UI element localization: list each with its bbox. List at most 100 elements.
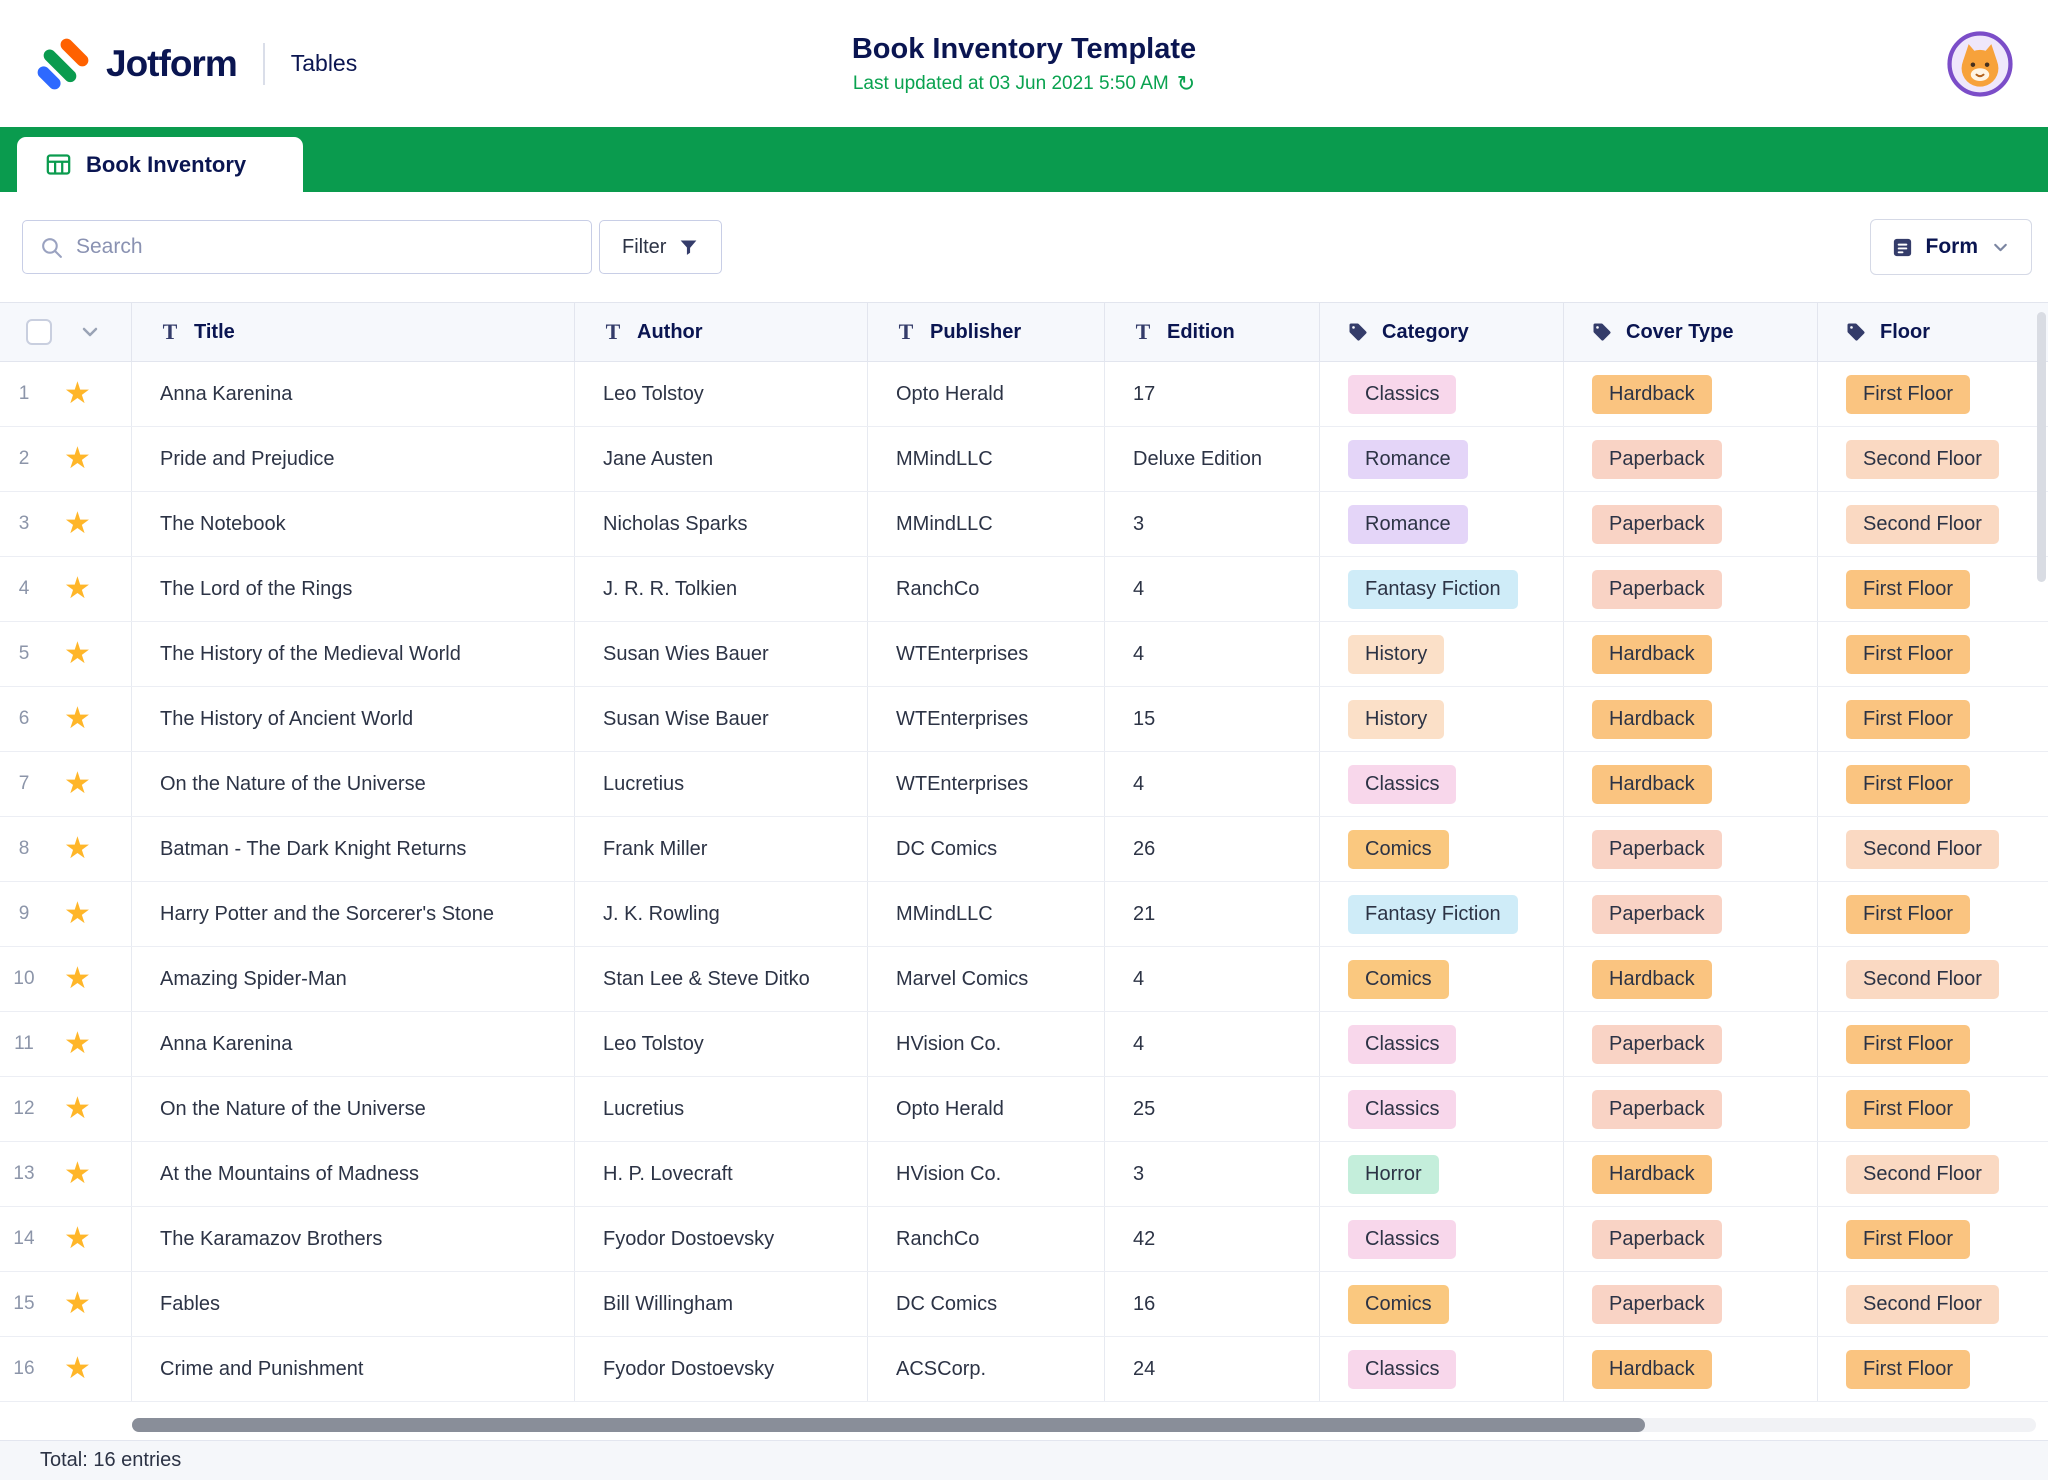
cell-edition[interactable]: 16: [1105, 1272, 1320, 1336]
cell-category[interactable]: Classics: [1320, 1012, 1564, 1076]
cell-title[interactable]: Anna Karenina: [132, 362, 575, 426]
header-menu-chevron[interactable]: [78, 320, 102, 344]
cell-title[interactable]: The Notebook: [132, 492, 575, 556]
cell-category[interactable]: Comics: [1320, 1272, 1564, 1336]
cell-publisher[interactable]: DC Comics: [868, 817, 1105, 881]
cell-floor[interactable]: First Floor: [1818, 1337, 2048, 1401]
cell-title[interactable]: At the Mountains of Madness: [132, 1142, 575, 1206]
cell-category[interactable]: Classics: [1320, 1207, 1564, 1271]
cell-cover[interactable]: Paperback: [1564, 1272, 1818, 1336]
cell-cover[interactable]: Hardback: [1564, 362, 1818, 426]
cell-category[interactable]: Comics: [1320, 817, 1564, 881]
cell-floor[interactable]: Second Floor: [1818, 427, 2048, 491]
cell-category[interactable]: Classics: [1320, 1077, 1564, 1141]
horizontal-scrollbar-thumb[interactable]: [132, 1418, 1645, 1432]
favorite-star-icon[interactable]: ★: [64, 639, 91, 669]
cell-category[interactable]: History: [1320, 687, 1564, 751]
cell-floor[interactable]: Second Floor: [1818, 947, 2048, 1011]
favorite-star-icon[interactable]: ★: [64, 834, 91, 864]
cell-publisher[interactable]: WTEnterprises: [868, 752, 1105, 816]
favorite-star-icon[interactable]: ★: [64, 769, 91, 799]
cell-edition[interactable]: 25: [1105, 1077, 1320, 1141]
column-header-publisher[interactable]: TPublisher: [868, 303, 1105, 361]
favorite-star-icon[interactable]: ★: [64, 1159, 91, 1189]
cell-cover[interactable]: Hardback: [1564, 752, 1818, 816]
select-all-checkbox[interactable]: [26, 319, 52, 345]
cell-floor[interactable]: First Floor: [1818, 362, 2048, 426]
vertical-scrollbar-thumb[interactable]: [2037, 312, 2046, 582]
cell-floor[interactable]: First Floor: [1818, 882, 2048, 946]
cell-publisher[interactable]: HVision Co.: [868, 1012, 1105, 1076]
product-section-label[interactable]: Tables: [291, 50, 357, 77]
cell-edition[interactable]: 4: [1105, 622, 1320, 686]
cell-author[interactable]: Jane Austen: [575, 427, 868, 491]
cell-cover[interactable]: Paperback: [1564, 817, 1818, 881]
brand-wordmark[interactable]: Jotform: [106, 43, 237, 85]
cell-edition[interactable]: 4: [1105, 1012, 1320, 1076]
cell-edition[interactable]: 21: [1105, 882, 1320, 946]
favorite-star-icon[interactable]: ★: [64, 379, 91, 409]
cell-publisher[interactable]: DC Comics: [868, 1272, 1105, 1336]
cell-cover[interactable]: Paperback: [1564, 882, 1818, 946]
cell-publisher[interactable]: MMindLLC: [868, 882, 1105, 946]
cell-cover[interactable]: Paperback: [1564, 427, 1818, 491]
cell-cover[interactable]: Paperback: [1564, 1207, 1818, 1271]
cell-cover[interactable]: Hardback: [1564, 947, 1818, 1011]
cell-cover[interactable]: Hardback: [1564, 687, 1818, 751]
cell-title[interactable]: The Lord of the Rings: [132, 557, 575, 621]
cell-publisher[interactable]: RanchCo: [868, 1207, 1105, 1271]
cell-title[interactable]: On the Nature of the Universe: [132, 1077, 575, 1141]
cell-cover[interactable]: Paperback: [1564, 1012, 1818, 1076]
cell-title[interactable]: Amazing Spider-Man: [132, 947, 575, 1011]
cell-publisher[interactable]: Opto Herald: [868, 362, 1105, 426]
cell-author[interactable]: Nicholas Sparks: [575, 492, 868, 556]
cell-author[interactable]: Lucretius: [575, 752, 868, 816]
cell-author[interactable]: Lucretius: [575, 1077, 868, 1141]
cell-category[interactable]: History: [1320, 622, 1564, 686]
cell-title[interactable]: Fables: [132, 1272, 575, 1336]
cell-author[interactable]: Susan Wise Bauer: [575, 687, 868, 751]
refresh-icon[interactable]: ↻: [1177, 73, 1195, 95]
cell-floor[interactable]: First Floor: [1818, 1012, 2048, 1076]
favorite-star-icon[interactable]: ★: [64, 574, 91, 604]
cell-category[interactable]: Romance: [1320, 427, 1564, 491]
cell-author[interactable]: Leo Tolstoy: [575, 362, 868, 426]
favorite-star-icon[interactable]: ★: [64, 899, 91, 929]
cell-publisher[interactable]: WTEnterprises: [868, 687, 1105, 751]
cell-category[interactable]: Classics: [1320, 1337, 1564, 1401]
cell-title[interactable]: The History of the Medieval World: [132, 622, 575, 686]
cell-title[interactable]: Batman - The Dark Knight Returns: [132, 817, 575, 881]
cell-category[interactable]: Romance: [1320, 492, 1564, 556]
cell-publisher[interactable]: WTEnterprises: [868, 622, 1105, 686]
column-header-author[interactable]: TAuthor: [575, 303, 868, 361]
cell-category[interactable]: Horror: [1320, 1142, 1564, 1206]
favorite-star-icon[interactable]: ★: [64, 1354, 91, 1384]
cell-edition[interactable]: 24: [1105, 1337, 1320, 1401]
cell-category[interactable]: Fantasy Fiction: [1320, 557, 1564, 621]
cell-author[interactable]: J. K. Rowling: [575, 882, 868, 946]
cell-publisher[interactable]: ACSCorp.: [868, 1337, 1105, 1401]
cell-author[interactable]: Stan Lee & Steve Ditko: [575, 947, 868, 1011]
cell-author[interactable]: Frank Miller: [575, 817, 868, 881]
cell-title[interactable]: The Karamazov Brothers: [132, 1207, 575, 1271]
cell-cover[interactable]: Hardback: [1564, 622, 1818, 686]
column-header-category[interactable]: Category: [1320, 303, 1564, 361]
column-header-floor[interactable]: Floor: [1818, 303, 2048, 361]
cell-category[interactable]: Classics: [1320, 752, 1564, 816]
cell-title[interactable]: On the Nature of the Universe: [132, 752, 575, 816]
cell-author[interactable]: Bill Willingham: [575, 1272, 868, 1336]
cell-edition[interactable]: Deluxe Edition: [1105, 427, 1320, 491]
column-header-edition[interactable]: TEdition: [1105, 303, 1320, 361]
cell-title[interactable]: Anna Karenina: [132, 1012, 575, 1076]
cell-author[interactable]: J. R. R. Tolkien: [575, 557, 868, 621]
filter-button[interactable]: Filter: [599, 220, 722, 274]
cell-cover[interactable]: Hardback: [1564, 1142, 1818, 1206]
cell-edition[interactable]: 3: [1105, 492, 1320, 556]
cell-edition[interactable]: 26: [1105, 817, 1320, 881]
cell-edition[interactable]: 4: [1105, 947, 1320, 1011]
cell-cover[interactable]: Paperback: [1564, 492, 1818, 556]
favorite-star-icon[interactable]: ★: [64, 1224, 91, 1254]
cell-author[interactable]: Fyodor Dostoevsky: [575, 1207, 868, 1271]
favorite-star-icon[interactable]: ★: [64, 704, 91, 734]
cell-category[interactable]: Classics: [1320, 362, 1564, 426]
